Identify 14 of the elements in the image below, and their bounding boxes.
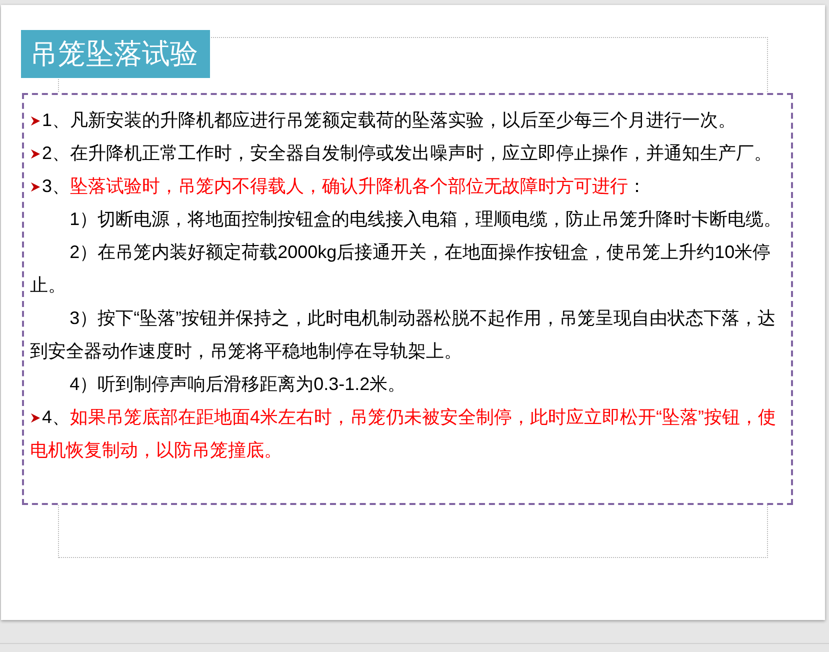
paragraph: 3、坠落试验时，吊笼内不得载人，确认升降机各个部位无故障时方可进行： [30, 170, 787, 203]
paragraph: 2）在吊笼内装好额定荷载2000kg后接通开关，在地面操作按钮盒，使吊笼上升约10米停止。 [30, 241, 772, 297]
text-box[interactable] [22, 93, 793, 505]
paragraph: 2、在升降机正常工作时，安全器自发制停或发出噪声时，应立即停止操作，并通知生产厂。 [30, 137, 787, 170]
paragraph: 3）按下“坠落”按钮并保持之，此时电机制动器松脱不起作用，吊笼呈现自由状态下落，达到安全器动作速度时，吊笼将平稳地制停在导轨架上。 [30, 307, 777, 363]
paragraph: 1、凡新安装的升降机都应进行吊笼额定载荷的坠落实验，以后至少每三个月进行一次。 [30, 104, 787, 137]
paragraph: 4、如果吊笼底部在距地面4米左右时，吊笼仍未被安全制停，此时应立即松开“坠落”按钮，使电机恢复制动，以防吊笼撞底。 [30, 406, 778, 462]
slide-title: 吊笼坠落试验 [21, 30, 210, 78]
arrow-bullet-icon [30, 181, 41, 193]
paragraph: 1）切断电源，将地面控制按钮盒的电线接入电箱，理顺电缆，防止吊笼升降时卡断电缆。 [68, 208, 783, 231]
arrow-bullet-icon [30, 148, 41, 160]
arrow-bullet-icon [30, 412, 41, 424]
arrow-bullet-icon [30, 115, 41, 127]
paragraph: 4）听到制停声响后滑移距离为0.3-1.2米。 [68, 373, 407, 396]
